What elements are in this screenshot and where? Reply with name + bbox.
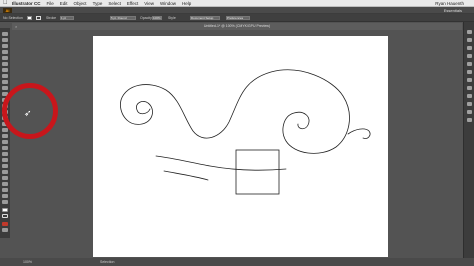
workspace-switcher[interactable]: Essentials [444,8,462,13]
curvature-tool-icon[interactable] [2,62,8,66]
swatches-panel-icon[interactable] [467,46,472,50]
perspective-grid-tool-icon[interactable] [2,140,8,144]
swirl-wave-path[interactable] [120,69,350,154]
curved-line-lower[interactable] [163,170,209,181]
selection-status: No Selection [3,16,23,20]
document-tab-title: Untitled-1* @ 100% (CMYK/GPU Preview) [203,24,271,28]
application-bar: Ai Essentials [0,7,474,14]
stroke-swatch[interactable] [36,16,41,20]
blend-tool-icon[interactable] [2,164,8,168]
appearance-panel-icon[interactable] [467,94,472,98]
eyedropper-tool-icon[interactable] [2,158,8,162]
drawing-modes-icon[interactable] [2,228,8,232]
free-transform-tool-icon[interactable] [2,128,8,132]
shape-builder-tool-icon[interactable] [2,134,8,138]
symbols-panel-icon[interactable] [467,62,472,66]
zoom-level[interactable]: 100% [23,258,32,266]
menu-items: Illustrator CC File Edit Object Type Sel… [12,0,191,7]
lasso-tool-icon[interactable] [2,50,8,54]
none-color-icon[interactable] [2,222,8,226]
control-bar: No Selection Stroke 1 pt 5 pt. Round Opa… [0,14,474,22]
menu-type[interactable]: Type [93,0,103,7]
menu-help[interactable]: Help [182,0,191,7]
menu-view[interactable]: View [144,0,154,7]
menu-effect[interactable]: Effect [127,0,138,7]
symbol-sprayer-tool-icon[interactable] [2,170,8,174]
right-panel-dock [463,22,474,266]
artboards-panel-icon[interactable] [467,118,472,122]
menu-edit[interactable]: Edit [60,0,68,7]
tools-panel [0,28,10,238]
menu-file[interactable]: File [47,0,54,7]
line-tool-icon[interactable] [2,74,8,78]
rectangle-tool-icon[interactable] [2,80,8,84]
menu-window[interactable]: Window [160,0,176,7]
slice-tool-icon[interactable] [2,188,8,192]
menu-object[interactable]: Object [74,0,87,7]
fill-color-icon[interactable] [2,208,8,212]
stroke-color-icon[interactable] [2,214,8,218]
status-mode[interactable]: Selection [100,258,114,266]
layers-panel-icon[interactable] [467,110,472,114]
document-tab-bar: × Untitled-1* @ 100% (CMYK/GPU Preview) [12,23,462,30]
gradient-tool-icon[interactable] [2,152,8,156]
square-shape[interactable] [235,149,280,195]
hand-tool-icon[interactable] [2,194,8,198]
illustrator-logo: Ai [3,8,12,13]
gradient-panel-icon[interactable] [467,78,472,82]
transparency-panel-icon[interactable] [467,86,472,90]
stroke-weight-field[interactable]: 1 pt [60,16,74,20]
brushes-panel-icon[interactable] [467,54,472,58]
zoom-tool-icon[interactable] [2,200,8,204]
status-bar: 100% Selection [0,258,474,266]
close-icon[interactable]: × [15,23,17,30]
color-panel-icon[interactable] [467,30,472,34]
artboard-tool-icon[interactable] [2,182,8,186]
document-setup-button[interactable]: Document Setup [190,16,220,20]
magic-wand-tool-icon[interactable] [2,44,8,48]
stroke-label: Stroke [46,16,57,20]
menu-select[interactable]: Select [108,0,121,7]
opacity-field[interactable]: 100% [152,16,162,20]
direct-selection-tool-icon[interactable] [2,38,8,42]
graphic-styles-panel-icon[interactable] [467,102,472,106]
drawing-layer[interactable] [93,36,388,257]
small-curl-path[interactable] [347,128,371,139]
document-tab[interactable]: × Untitled-1* @ 100% (CMYK/GPU Preview) [12,23,462,30]
user-name[interactable]: Ryan Hauenth [435,0,464,7]
mac-menubar:  Illustrator CC File Edit Object Type S… [0,0,474,7]
opacity-label: Opacity [140,16,152,20]
apple-logo-icon[interactable]:  [3,0,8,7]
mesh-tool-icon[interactable] [2,146,8,150]
paintbrush-tool-icon[interactable] [2,86,8,90]
selection-tool-icon[interactable] [2,32,8,36]
pen-tool-icon[interactable] [2,56,8,60]
preferences-button[interactable]: Preferences [226,16,250,20]
brush-definition[interactable]: 5 pt. Round [110,16,136,20]
fill-swatch[interactable] [27,16,32,20]
stroke-panel-icon[interactable] [467,70,472,74]
type-tool-icon[interactable] [2,68,8,72]
graph-tool-icon[interactable] [2,176,8,180]
curved-line-upper[interactable] [155,155,287,171]
style-label: Style [168,16,176,20]
pointer-cursor-icon: ➶ [24,108,32,118]
color-guide-panel-icon[interactable] [467,38,472,42]
menu-app-name[interactable]: Illustrator CC [12,0,41,7]
